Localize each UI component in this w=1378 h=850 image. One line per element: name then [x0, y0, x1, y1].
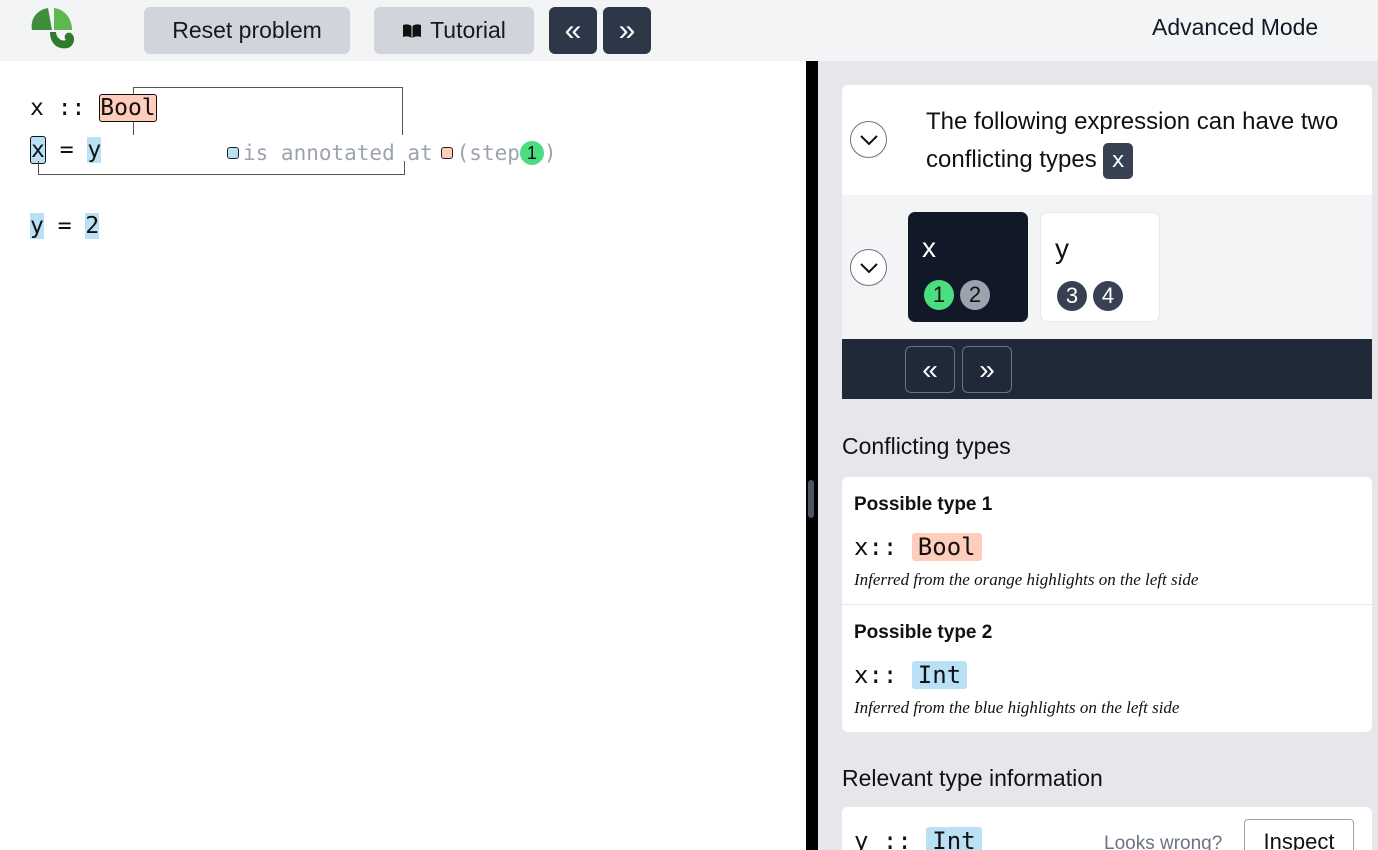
code-var-x: x	[30, 95, 44, 121]
collapse-toggle-options[interactable]	[850, 249, 887, 286]
type-var: y ::	[854, 827, 927, 850]
type-tag-bool[interactable]: Bool	[911, 533, 982, 561]
code-type-bool[interactable]: Bool	[99, 94, 157, 122]
code-var-x-highlight[interactable]: x	[30, 136, 46, 164]
code-line-2: x = y	[30, 136, 102, 164]
option-y[interactable]: y 3 4	[1040, 212, 1160, 322]
expression-chip[interactable]: x	[1103, 142, 1133, 179]
variable-options: x 1 2 y 3 4	[842, 195, 1372, 339]
code-editor[interactable]: x :: Bool x = y is annotated at (step 1) …	[0, 61, 806, 850]
chevron-down-icon	[859, 262, 878, 273]
advanced-mode-toggle[interactable]: Advanced Mode	[1152, 14, 1318, 41]
double-chevron-right-icon: »	[979, 353, 995, 385]
blue-square-icon	[227, 147, 239, 159]
previous-step-button[interactable]: «	[549, 7, 597, 54]
code-line-1: x :: Bool	[30, 94, 157, 122]
tutorial-button[interactable]: Tutorial	[374, 7, 534, 54]
possible-type-2-note: Inferred from the blue highlights on the…	[854, 698, 1180, 717]
code-var-y-highlight[interactable]: y	[30, 213, 44, 239]
collapse-toggle[interactable]	[850, 121, 887, 158]
double-chevron-left-icon: «	[922, 353, 938, 385]
possible-type-2-title: Possible type 2	[854, 622, 993, 643]
option-x[interactable]: x 1 2	[908, 212, 1028, 322]
code-operator: =	[45, 137, 88, 163]
possible-type-2-expr: x:: Int	[854, 661, 968, 689]
step-number: 4	[1093, 281, 1123, 311]
reset-problem-label: Reset problem	[172, 17, 322, 43]
panel-divider[interactable]	[806, 61, 818, 850]
top-toolbar: Reset problem Tutorial « » Advanced Mode	[0, 0, 1378, 61]
step-navigation-bar: « »	[842, 339, 1372, 399]
type-var: x::	[854, 533, 912, 561]
type-tag-int[interactable]: Int	[911, 661, 968, 689]
step-number: 3	[1057, 281, 1087, 311]
relevant-type-info-heading: Relevant type information	[842, 765, 1103, 791]
option-name: x	[922, 232, 936, 263]
step-badge: 1	[519, 141, 544, 165]
possible-type-1-expr: x:: Bool	[854, 533, 982, 561]
code-literal-2[interactable]: 2	[85, 213, 100, 239]
orange-square-icon	[440, 147, 453, 159]
inspect-label: Inspect	[1263, 829, 1335, 850]
annotation-step-close: )	[543, 141, 557, 165]
conflicting-types-heading: Conflicting types	[842, 433, 1011, 459]
code-var-y-highlight[interactable]: y	[87, 137, 102, 163]
diagnostics-panel: The following expression can have two co…	[818, 61, 1378, 850]
relevant-type-expr: y :: Int	[854, 827, 982, 850]
code-line-3: y = 2	[30, 213, 100, 239]
conflicting-types-card: Possible type 1 x:: Bool Inferred from t…	[842, 477, 1372, 732]
row-divider	[842, 604, 1372, 605]
possible-type-1-note: Inferred from the orange highlights on t…	[854, 570, 1199, 589]
tutorial-label: Tutorial	[430, 17, 506, 43]
conflict-message: The following expression can have two co…	[926, 103, 1366, 179]
type-var: x::	[854, 661, 912, 689]
code-operator: =	[43, 213, 86, 239]
looks-wrong-text: Looks wrong?	[1104, 833, 1223, 850]
annotation-bracket-top	[133, 87, 403, 135]
panel-previous-button[interactable]: «	[905, 346, 955, 393]
option-name: y	[1055, 233, 1069, 264]
step-number: 1	[924, 280, 954, 310]
type-tag-int[interactable]: Int	[926, 827, 982, 850]
logo-icon	[31, 8, 75, 49]
annotation-step-text: (step	[456, 141, 520, 165]
double-chevron-left-icon: «	[564, 13, 582, 47]
relevant-type-card: y :: Int Looks wrong? Inspect	[842, 807, 1372, 850]
double-chevron-right-icon: »	[618, 13, 636, 47]
code-operator: ::	[43, 95, 100, 121]
step-number: 2	[960, 280, 990, 310]
chevron-down-icon	[859, 134, 878, 145]
annotation-bracket-bottom	[38, 161, 405, 175]
inspect-button[interactable]: Inspect	[1244, 819, 1354, 850]
panel-next-button[interactable]: »	[962, 346, 1012, 393]
reset-problem-button[interactable]: Reset problem	[144, 7, 350, 54]
book-icon	[403, 23, 422, 38]
possible-type-1-title: Possible type 1	[854, 494, 993, 515]
resize-handle[interactable]	[808, 480, 814, 518]
next-step-button[interactable]: »	[603, 7, 651, 54]
